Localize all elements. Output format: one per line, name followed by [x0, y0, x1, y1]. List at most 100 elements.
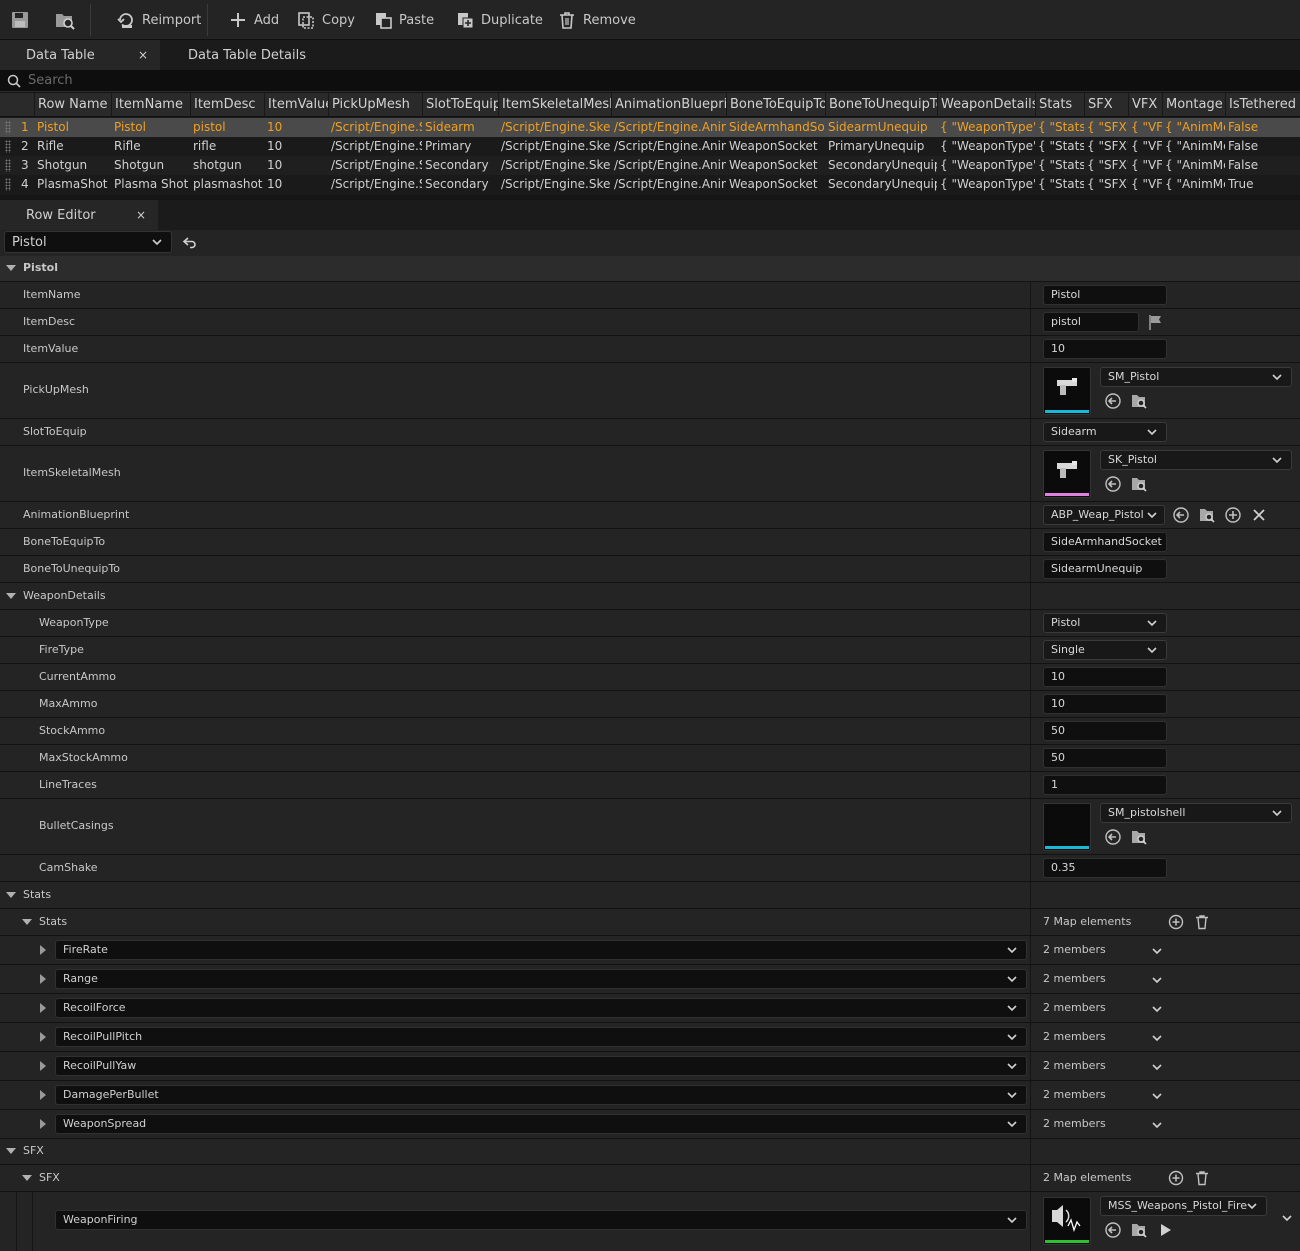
- browse-folder-icon[interactable]: [1130, 392, 1148, 410]
- expand-arrow-icon[interactable]: [40, 1032, 46, 1042]
- browse-folder-icon[interactable]: [1130, 828, 1148, 846]
- trash-icon[interactable]: [1193, 913, 1211, 931]
- tab-row-editor[interactable]: Row Editor ×: [0, 200, 158, 230]
- stats-key-dropdown[interactable]: FireRate: [55, 940, 1027, 960]
- add-button[interactable]: Add: [224, 7, 283, 33]
- reset-arrow-icon[interactable]: [182, 234, 198, 250]
- chevron-down-icon[interactable]: [1151, 1003, 1163, 1015]
- stats-key-dropdown[interactable]: RecoilPullYaw: [55, 1056, 1027, 1076]
- use-selected-arrow-icon[interactable]: [1172, 506, 1190, 524]
- expand-arrow-icon[interactable]: [40, 974, 46, 984]
- column-header[interactable]: WeaponDetails: [937, 93, 1035, 117]
- column-header[interactable]: Stats: [1035, 93, 1084, 117]
- bullet-casings-dropdown[interactable]: SM_pistolshell: [1100, 803, 1292, 823]
- use-selected-arrow-icon[interactable]: [1104, 1221, 1122, 1239]
- sfx-sound-dropdown[interactable]: MSS_Weapons_Pistol_Fire: [1100, 1196, 1267, 1216]
- row-name-dropdown[interactable]: Pistol: [4, 231, 172, 253]
- skeletal-mesh-thumbnail[interactable]: [1043, 450, 1091, 498]
- prop-sfx-category[interactable]: SFX: [0, 1138, 1300, 1165]
- close-icon[interactable]: ×: [138, 48, 148, 62]
- bullet-casing-thumbnail[interactable]: [1043, 803, 1091, 851]
- prop-sfx-map[interactable]: SFX 2 Map elements: [0, 1165, 1300, 1192]
- column-header[interactable]: SlotToEquip: [422, 93, 498, 117]
- expand-arrow-icon[interactable]: [6, 892, 16, 898]
- table-row[interactable]: 3 Shotgun Shotgun shotgun 10/Script/Engine.S…: [0, 156, 1300, 175]
- drag-handle-icon[interactable]: [5, 159, 11, 172]
- browse-folder-icon[interactable]: [1130, 475, 1148, 493]
- drag-handle-icon[interactable]: [5, 140, 11, 153]
- flag-icon[interactable]: [1147, 313, 1165, 331]
- add-circle-icon[interactable]: [1167, 913, 1185, 931]
- stats-key-dropdown[interactable]: WeaponSpread: [55, 1114, 1027, 1134]
- fire-type-dropdown[interactable]: Single: [1043, 640, 1167, 660]
- column-header[interactable]: ItemName: [111, 93, 190, 117]
- stats-key-dropdown[interactable]: RecoilForce: [55, 998, 1027, 1018]
- column-header[interactable]: BoneToEquipTo: [726, 93, 825, 117]
- column-header[interactable]: Montage: [1162, 93, 1225, 117]
- expand-arrow-icon[interactable]: [22, 919, 32, 925]
- sfx-key-dropdown[interactable]: WeaponFiring: [55, 1210, 1027, 1230]
- column-header[interactable]: IsTethered: [1225, 93, 1300, 117]
- table-row[interactable]: 1 Pistol Pistol pistol 10/Script/Engine.S Sid…: [0, 118, 1300, 137]
- reimport-button[interactable]: Reimport: [112, 7, 205, 33]
- stats-key-dropdown[interactable]: Range: [55, 969, 1027, 989]
- stock-ammo-field[interactable]: 50: [1043, 721, 1167, 741]
- add-circle-icon[interactable]: [1224, 506, 1242, 524]
- column-header[interactable]: ItemDesc: [190, 93, 264, 117]
- column-header[interactable]: AnimationBlueprint: [611, 93, 726, 117]
- expand-arrow-icon[interactable]: [40, 1061, 46, 1071]
- max-ammo-field[interactable]: 10: [1043, 694, 1167, 714]
- prop-stats-map[interactable]: Stats 7 Map elements: [0, 909, 1300, 936]
- browse-folder-icon[interactable]: [1130, 1221, 1148, 1239]
- item-desc-field[interactable]: pistol: [1043, 312, 1139, 332]
- paste-button[interactable]: Paste: [369, 7, 438, 33]
- stats-key-dropdown[interactable]: DamagePerBullet: [55, 1085, 1027, 1105]
- pickup-mesh-dropdown[interactable]: SM_Pistol: [1100, 367, 1292, 387]
- chevron-down-icon[interactable]: [1151, 1090, 1163, 1102]
- category-pistol[interactable]: Pistol: [0, 256, 1300, 282]
- tab-data-table-details[interactable]: Data Table Details: [162, 40, 342, 70]
- trash-icon[interactable]: [1193, 1169, 1211, 1187]
- column-header[interactable]: PickUpMesh: [328, 93, 422, 117]
- add-circle-icon[interactable]: [1167, 1169, 1185, 1187]
- search-box[interactable]: Search: [0, 70, 1300, 92]
- close-icon[interactable]: ×: [136, 208, 146, 222]
- use-selected-arrow-icon[interactable]: [1104, 392, 1122, 410]
- weapon-type-dropdown[interactable]: Pistol: [1043, 613, 1167, 633]
- save-icon[interactable]: [10, 10, 30, 30]
- cam-shake-field[interactable]: 0.35: [1043, 858, 1167, 878]
- prop-weapon-details[interactable]: WeaponDetails: [0, 583, 1300, 610]
- skeletal-mesh-dropdown[interactable]: SK_Pistol: [1100, 450, 1292, 470]
- drag-handle-icon[interactable]: [5, 178, 11, 191]
- chevron-down-icon[interactable]: [1151, 1119, 1163, 1131]
- chevron-down-icon[interactable]: [1281, 1212, 1293, 1224]
- duplicate-button[interactable]: Duplicate: [451, 7, 547, 33]
- column-header[interactable]: SFX: [1084, 93, 1128, 117]
- clear-x-icon[interactable]: [1250, 506, 1268, 524]
- search-input[interactable]: Search: [28, 73, 73, 88]
- chevron-down-icon[interactable]: [1151, 974, 1163, 986]
- drag-handle-icon[interactable]: [5, 121, 11, 134]
- expand-arrow-icon[interactable]: [40, 1090, 46, 1100]
- expand-arrow-icon[interactable]: [6, 265, 16, 271]
- item-name-field[interactable]: Pistol: [1043, 285, 1167, 305]
- chevron-down-icon[interactable]: [1151, 1061, 1163, 1073]
- current-ammo-field[interactable]: 10: [1043, 667, 1167, 687]
- use-selected-arrow-icon[interactable]: [1104, 828, 1122, 846]
- use-selected-arrow-icon[interactable]: [1104, 475, 1122, 493]
- table-row[interactable]: 2 Rifle Rifle rifle 10/Script/Engine.S Primar…: [0, 137, 1300, 156]
- column-header[interactable]: Row Name: [34, 93, 111, 117]
- tab-data-table[interactable]: Data Table ×: [0, 40, 160, 70]
- column-header[interactable]: ItemValue: [264, 93, 328, 117]
- chevron-down-icon[interactable]: [1151, 945, 1163, 957]
- browse-folder-icon[interactable]: [1198, 506, 1216, 524]
- slot-to-equip-dropdown[interactable]: Sidearm: [1043, 422, 1167, 442]
- animation-blueprint-dropdown[interactable]: ABP_Weap_Pistol: [1043, 505, 1165, 525]
- stats-key-dropdown[interactable]: RecoilPullPitch: [55, 1027, 1027, 1047]
- expand-arrow-icon[interactable]: [6, 593, 16, 599]
- expand-arrow-icon[interactable]: [40, 1119, 46, 1129]
- play-icon[interactable]: [1156, 1221, 1174, 1239]
- expand-arrow-icon[interactable]: [22, 1175, 32, 1181]
- prop-stats-category[interactable]: Stats: [0, 882, 1300, 909]
- column-header[interactable]: BoneToUnequipTo: [825, 93, 937, 117]
